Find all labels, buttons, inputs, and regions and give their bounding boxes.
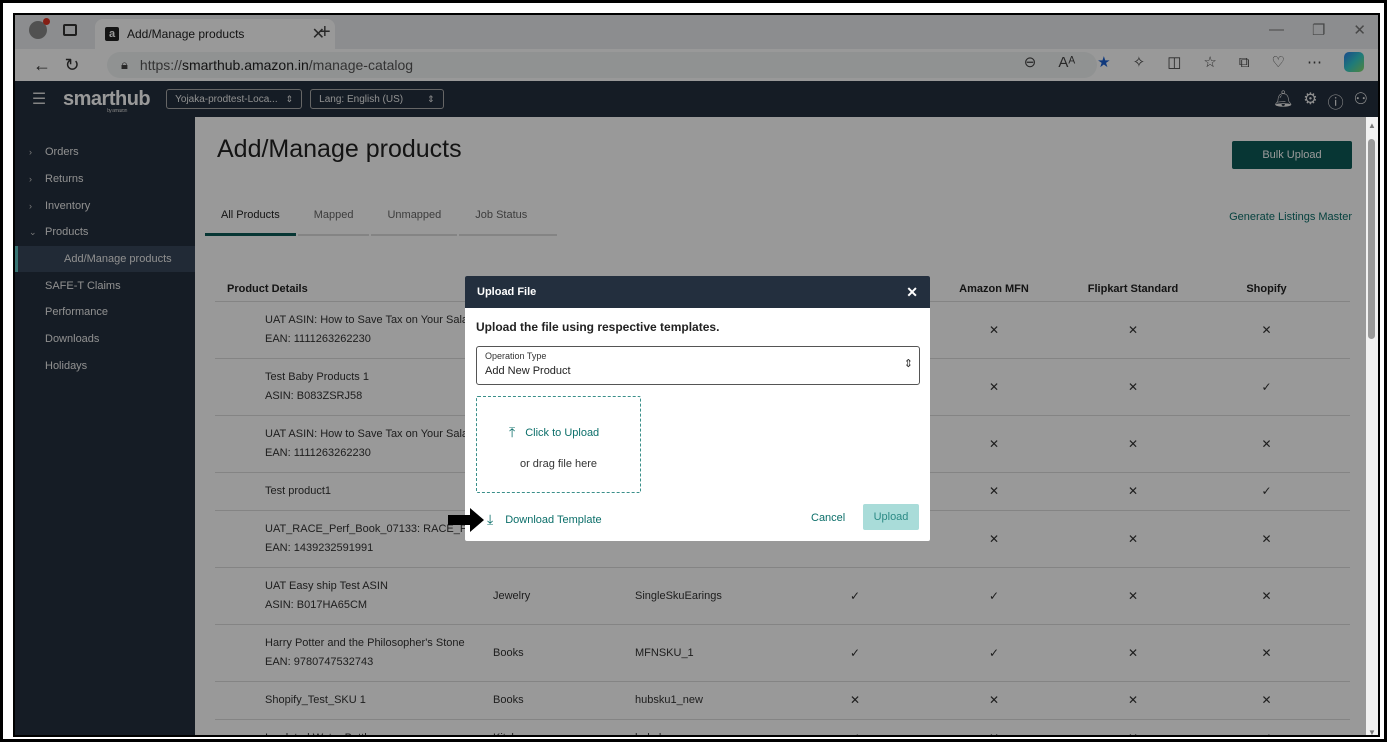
operation-type-label: Operation Type: [485, 351, 547, 361]
download-template-link[interactable]: ⤓ Download Template: [487, 511, 602, 528]
scrollbar[interactable]: ▲ ▼: [1366, 117, 1378, 735]
operation-type-select[interactable]: Operation Type Add New Product ⇕: [476, 346, 920, 385]
dialog-header: Upload File ✕: [465, 276, 930, 308]
upload-file-dialog: Upload File ✕ Upload the file using resp…: [465, 276, 930, 541]
upload-icon: ⤒: [509, 424, 516, 440]
select-arrows-icon: ⇕: [903, 358, 913, 370]
file-dropzone[interactable]: ⤒ Click to Upload or drag file here: [476, 396, 641, 493]
dialog-subtitle: Upload the file using respective templat…: [476, 320, 720, 334]
close-icon[interactable]: ✕: [906, 284, 918, 301]
annotation-arrow-icon: [448, 508, 484, 532]
screenshot-frame: a Add/Manage products ✕ + — ❐ ✕ ← ↻ 🔒︎ h…: [0, 0, 1387, 742]
drag-hint: or drag file here: [519, 458, 598, 470]
browser-window: a Add/Manage products ✕ + — ❐ ✕ ← ↻ 🔒︎ h…: [13, 13, 1380, 737]
click-to-upload[interactable]: ⤒ Click to Upload: [509, 424, 599, 441]
scrollbar-thumb[interactable]: [1368, 139, 1375, 339]
scroll-down-icon[interactable]: ▼: [1368, 728, 1376, 735]
click-to-upload-label: Click to Upload: [525, 426, 600, 439]
upload-button[interactable]: Upload: [863, 504, 919, 530]
operation-type-value: Add New Product: [485, 365, 571, 377]
scroll-up-icon[interactable]: ▲: [1368, 121, 1376, 130]
cancel-button[interactable]: Cancel: [811, 512, 845, 524]
dialog-title: Upload File: [477, 286, 537, 298]
download-template-label: Download Template: [505, 513, 602, 526]
